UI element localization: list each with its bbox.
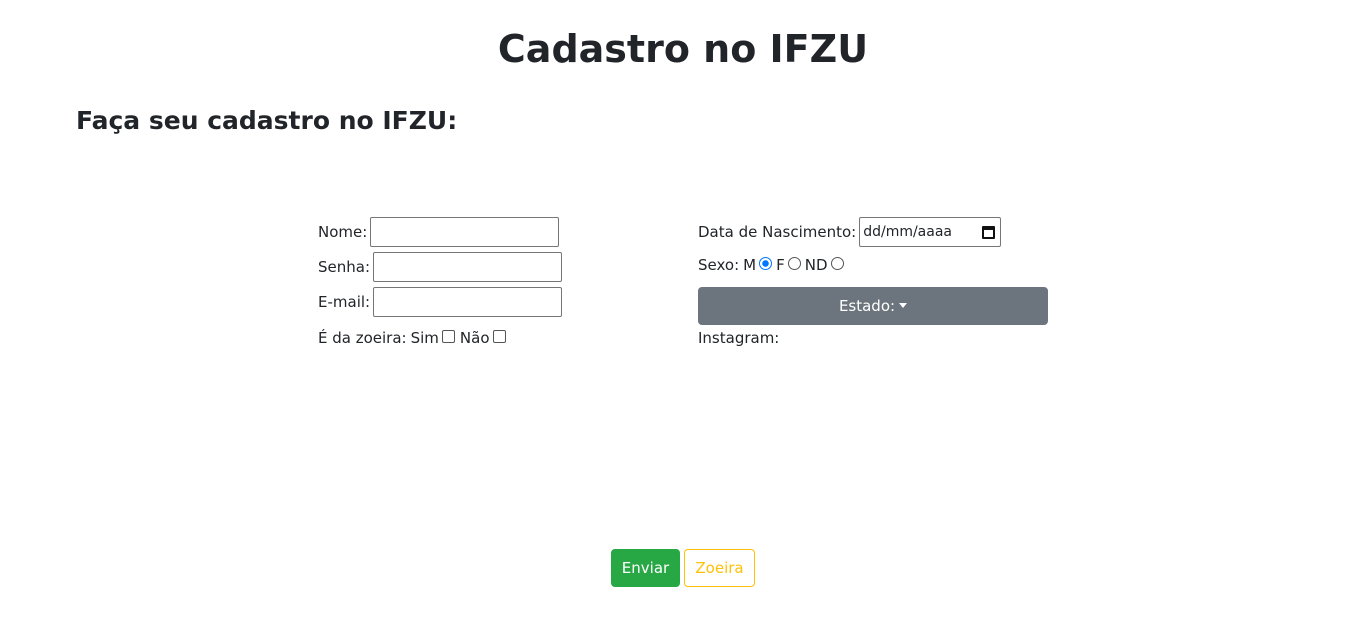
zoeira-nao-checkbox[interactable] bbox=[492, 329, 506, 343]
nascimento-label: Data de Nascimento: bbox=[698, 223, 857, 241]
page-title: Cadastro no IFZU bbox=[497, 27, 869, 71]
sexo-f-radio[interactable] bbox=[787, 256, 801, 270]
sexo-nd-label: ND bbox=[804, 256, 828, 274]
sexo-label: Sexo: bbox=[698, 256, 740, 274]
zoeira-row: É da zoeira: Sim Não bbox=[318, 328, 511, 348]
nome-label: Nome: bbox=[318, 223, 368, 241]
caret-down-icon bbox=[899, 302, 908, 308]
senha-input[interactable] bbox=[373, 252, 563, 282]
zoeira-label: É da zoeira: bbox=[318, 329, 407, 347]
instagram-label: Instagram: bbox=[698, 329, 780, 347]
instagram-row: Instagram: bbox=[698, 328, 779, 348]
email-row: E-mail: bbox=[318, 287, 563, 317]
page: Cadastro no IFZU Faça seu cadastro no IF… bbox=[0, 0, 1366, 622]
nascimento-date-input[interactable]: dd/mm/aaaa bbox=[859, 217, 1002, 247]
sexo-m-radio[interactable] bbox=[759, 256, 773, 270]
senha-row: Senha: bbox=[318, 252, 563, 282]
nome-row: Nome: bbox=[318, 217, 560, 247]
nascimento-placeholder: dd/mm/aaaa bbox=[863, 224, 953, 240]
nascimento-row: Data de Nascimento: dd/mm/aaaa bbox=[698, 217, 1002, 247]
email-input[interactable] bbox=[373, 287, 563, 317]
zoeira-nao-label: Não bbox=[459, 329, 490, 347]
zoeira-button[interactable]: Zoeira bbox=[684, 549, 755, 587]
sexo-f-label: F bbox=[776, 256, 785, 274]
email-label: E-mail: bbox=[318, 293, 371, 311]
nome-input[interactable] bbox=[370, 217, 560, 247]
enviar-button[interactable]: Enviar bbox=[611, 549, 680, 587]
page-subtitle: Faça seu cadastro no IFZU: bbox=[76, 106, 458, 135]
senha-label: Senha: bbox=[318, 258, 371, 276]
calendar-icon[interactable] bbox=[982, 225, 996, 239]
estado-label: Estado: bbox=[838, 297, 896, 315]
sexo-m-label: M bbox=[743, 256, 757, 274]
zoeira-sim-label: Sim bbox=[410, 329, 439, 347]
zoeira-sim-checkbox[interactable] bbox=[441, 329, 455, 343]
estado-dropdown-button[interactable]: Estado: bbox=[698, 287, 1048, 325]
sexo-nd-radio[interactable] bbox=[830, 256, 844, 270]
sexo-row: Sexo: M F ND bbox=[698, 255, 848, 275]
